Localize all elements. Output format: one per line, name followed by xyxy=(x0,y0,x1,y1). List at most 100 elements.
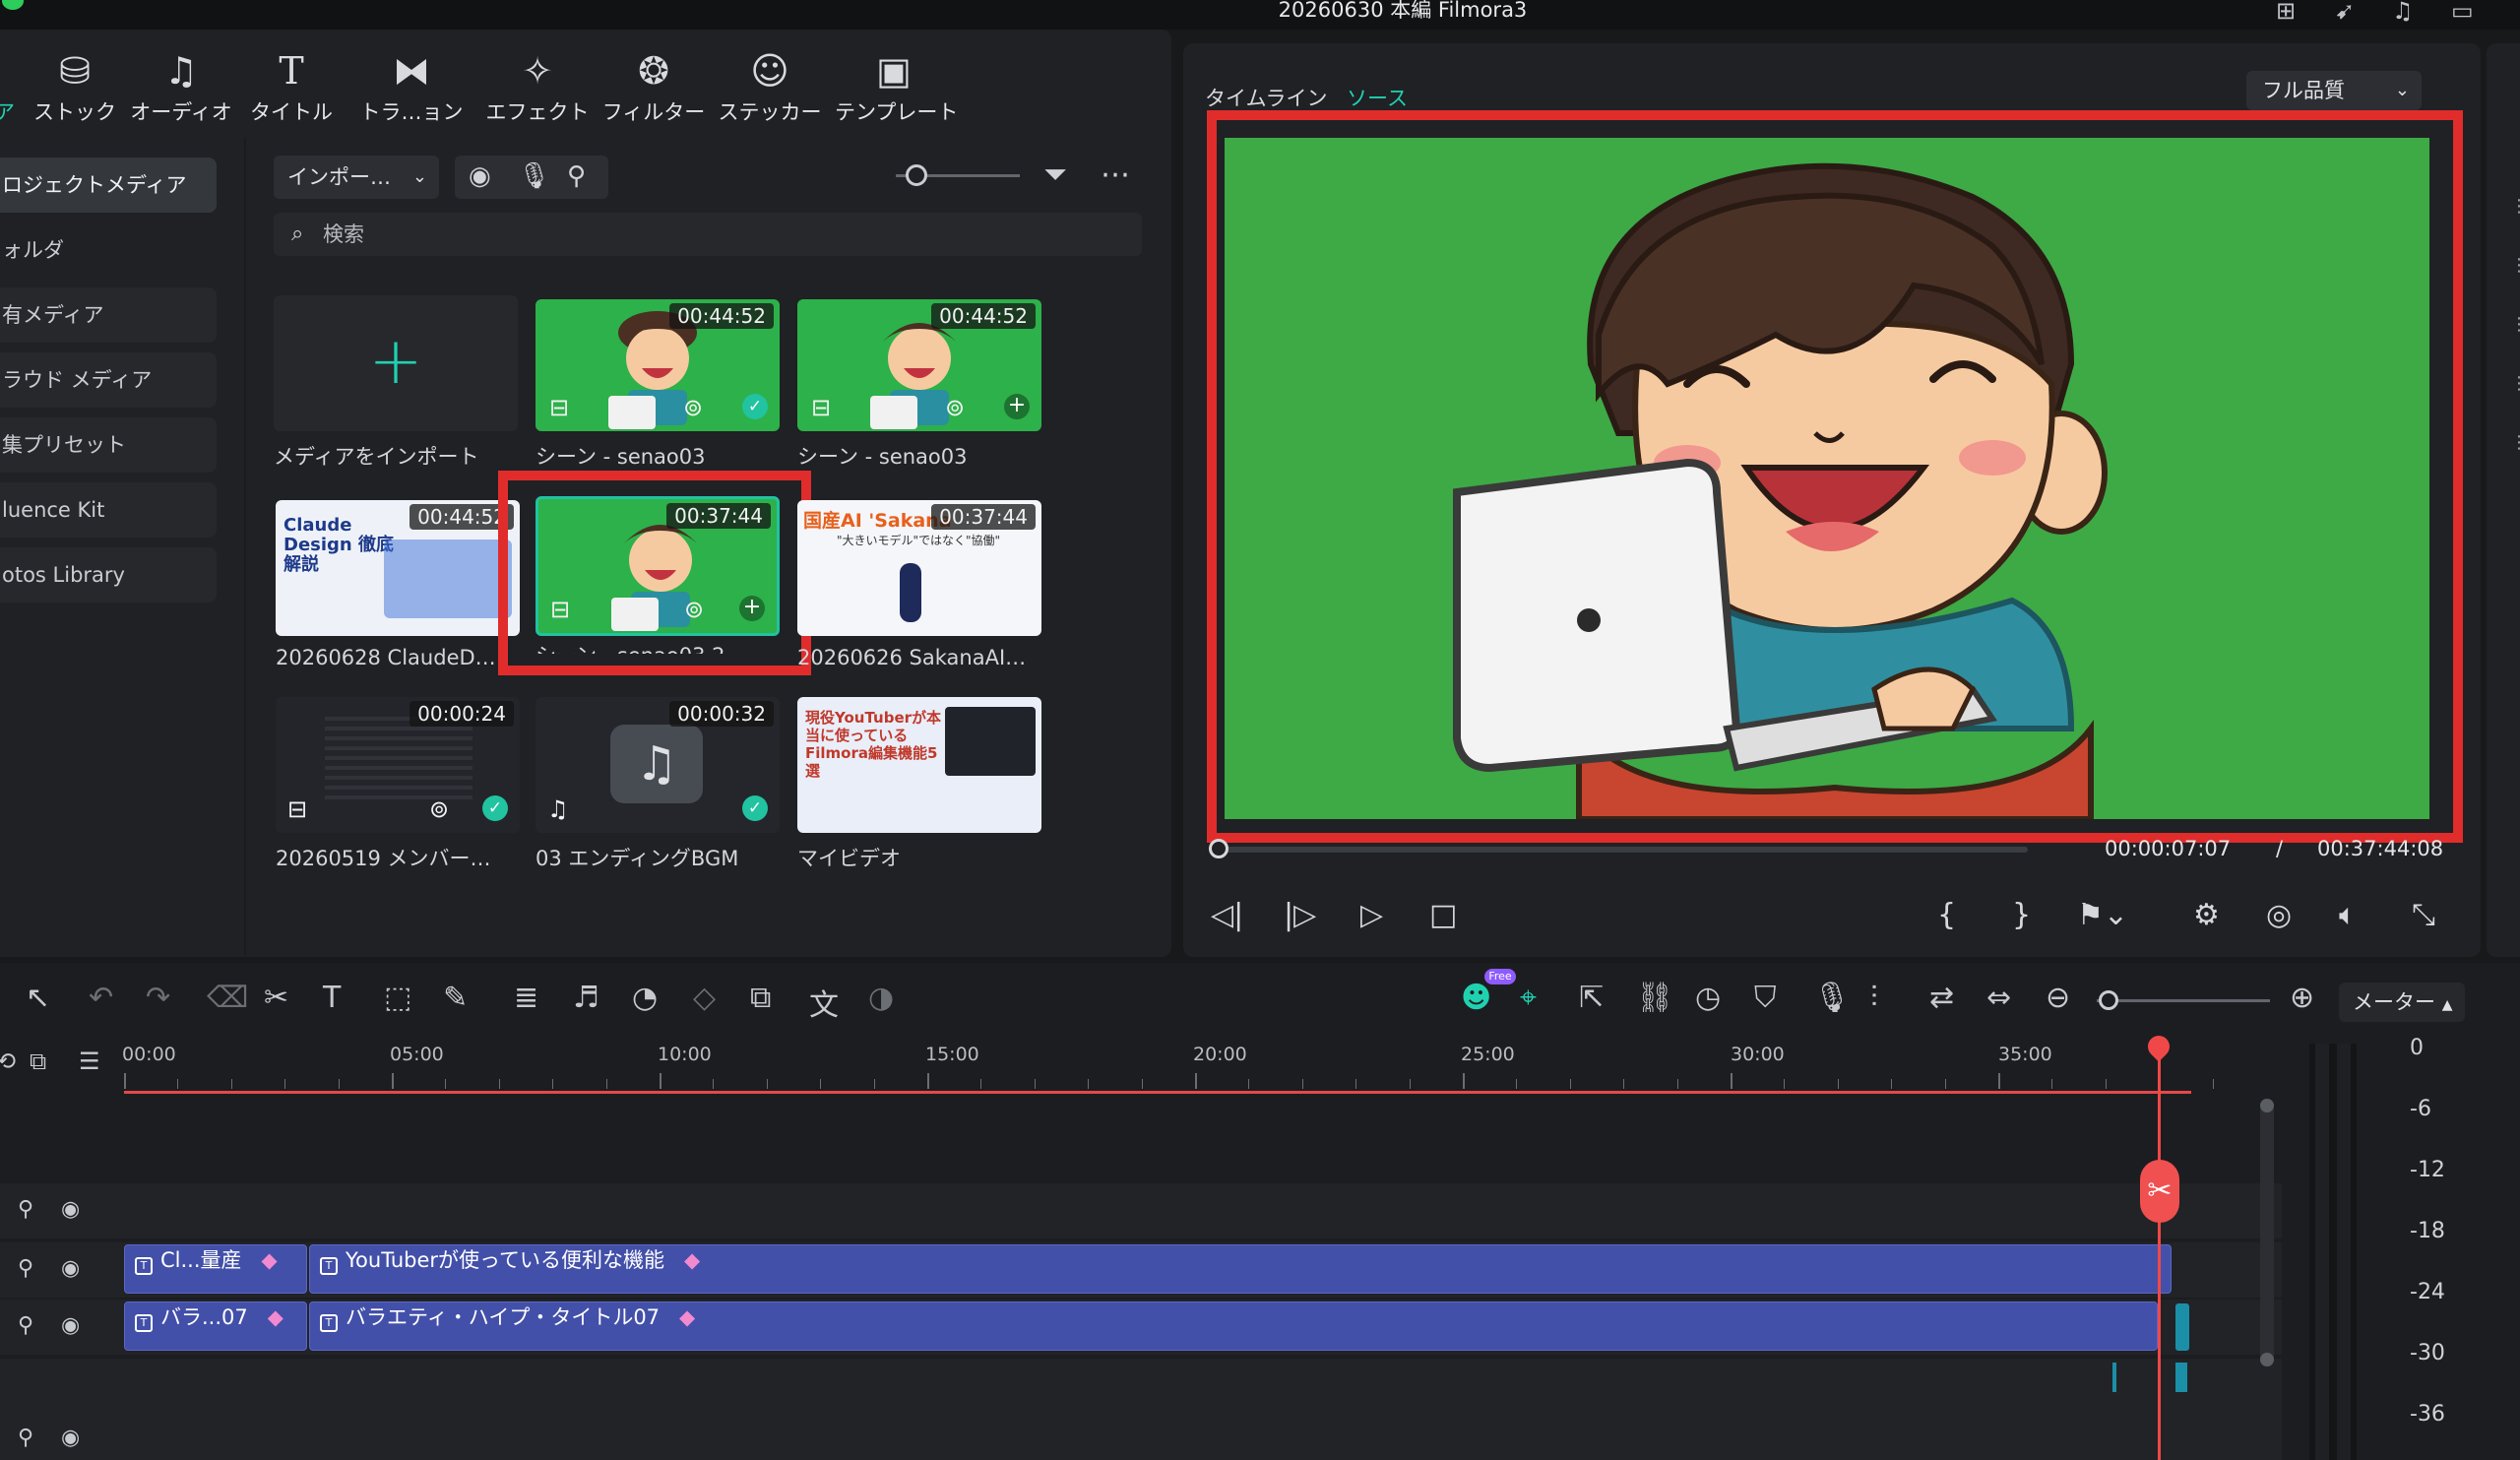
sidebar-item-presets[interactable]: 集プリセット xyxy=(0,417,217,473)
sidebar-item-cloud-media[interactable]: ラウド メディア xyxy=(0,352,217,408)
tab-title[interactable]: T タイトル xyxy=(232,49,350,126)
settings-gear-icon[interactable]: ⚙ xyxy=(2193,898,2220,932)
next-frame-icon[interactable]: |▷ xyxy=(1284,898,1316,932)
fullscreen-icon[interactable]: ⤡ xyxy=(2412,898,2435,932)
media-item-import[interactable]: + メディアをインポート xyxy=(274,295,518,471)
track-visibility-eye-icon[interactable]: ◉ xyxy=(61,1426,80,1450)
translate-icon[interactable]: 文 xyxy=(809,981,839,1024)
track-visibility-eye-icon[interactable]: ◉ xyxy=(61,1256,80,1281)
replace-icon[interactable]: ⇄ xyxy=(1929,981,1954,1015)
snapshot-camera-icon[interactable]: ◎ xyxy=(2266,898,2292,932)
media-item-scene-1[interactable]: 00:44:52 ⊟ ⊚ ✓ シーン - senao03 xyxy=(536,299,780,471)
timeline-vertical-scrollbar[interactable] xyxy=(2260,1099,2274,1366)
thumb-size-slider-knob[interactable] xyxy=(906,164,927,186)
ai-speed-icon[interactable]: ◔ xyxy=(632,981,658,1015)
zoom-in-icon[interactable]: ⊕ xyxy=(2290,981,2314,1015)
export-clip-icon[interactable]: ⇱ xyxy=(1579,981,1604,1015)
tab-audio[interactable]: ♫ オーディオ xyxy=(122,49,240,126)
gift-icon[interactable]: ⊞ xyxy=(2276,0,2296,23)
import-dropdown[interactable]: インポー… ⌄ xyxy=(274,156,439,199)
timeline-zoom-knob[interactable] xyxy=(2099,990,2118,1010)
tab-template[interactable]: ▣ テンプレート xyxy=(835,49,958,126)
media-item-ending-bgm[interactable]: ♫ 00:00:32 ♫ ✓ 03 エンディングBGM xyxy=(536,697,780,872)
filter-funnel-icon[interactable]: ⏷ xyxy=(1043,158,1067,192)
mark-out-icon[interactable]: } xyxy=(2012,898,2031,932)
media-item-scene-3-selected[interactable]: 00:37:44 ⊟ ⊚ + シーン - senao03 2 xyxy=(536,496,780,654)
timeline-zoom-slider[interactable] xyxy=(2097,999,2270,1002)
microphone-icon[interactable]: 🎙︎ xyxy=(518,161,550,191)
track-settings-icon[interactable]: ☰ xyxy=(79,1047,100,1075)
text-tool-icon[interactable]: T xyxy=(323,981,341,1015)
track-lock-icon[interactable]: ⚲ xyxy=(18,1197,33,1222)
media-item-my-video[interactable]: 現役YouTuberが本当に使っているFilmora編集機能5選 マイビデオ xyxy=(797,697,1041,872)
record-screen-icon[interactable]: ◉ xyxy=(469,161,491,191)
track-visibility-eye-icon[interactable]: ◉ xyxy=(61,1313,80,1338)
playhead-line[interactable] xyxy=(2158,1046,2161,1460)
select-arrow-icon[interactable]: ↖ xyxy=(26,981,50,1015)
zoom-out-icon[interactable]: ⊖ xyxy=(2046,981,2070,1015)
tab-filter[interactable]: ❂ フィルター xyxy=(595,49,713,126)
undo-icon[interactable]: ↶ xyxy=(89,981,113,1015)
media-item-members[interactable]: 00:00:24 ⊟ ⊚ ✓ 20260519 メンバー… xyxy=(276,697,520,872)
delete-trash-icon[interactable]: ⌫ xyxy=(207,981,248,1015)
media-item-sakana[interactable]: 国産AI 'Sakana "大きいモデル"ではなく"協働" 00:37:44 2… xyxy=(797,500,1041,669)
scroll-top-dot[interactable] xyxy=(2260,1099,2274,1112)
media-item-scene-2[interactable]: 00:44:52 ⊟ ⊚ + シーン - senao03 xyxy=(797,299,1041,471)
headset-icon[interactable]: ♫ xyxy=(2392,0,2414,23)
track-lock-icon[interactable]: ⚲ xyxy=(18,1426,33,1450)
track-lock-icon[interactable]: ⚲ xyxy=(18,1313,33,1338)
sidebar-item-photos-library[interactable]: otos Library xyxy=(0,547,217,603)
redo-icon[interactable]: ↷ xyxy=(146,981,170,1015)
pen-icon[interactable]: ✎ xyxy=(443,981,468,1015)
split-at-playhead-button[interactable]: ✂ xyxy=(2140,1160,2179,1223)
tab-sticker[interactable]: ☺ ステッカー xyxy=(711,49,829,126)
sidebar-item-shared-media[interactable]: 有メディア xyxy=(0,287,217,343)
snap-icon[interactable]: ⌖ xyxy=(1520,981,1537,1015)
tab-transition[interactable]: ⧓ トラ…ョン xyxy=(352,49,471,126)
meter-toggle[interactable]: メーター ▲ xyxy=(2339,983,2465,1022)
more-icon[interactable]: ⋯ xyxy=(1101,158,1130,192)
add-track-icon[interactable]: ⧉ xyxy=(30,1047,46,1075)
record-mic-icon[interactable]: 🎙︎ xyxy=(1813,981,1851,1015)
mark-in-icon[interactable]: { xyxy=(1937,898,1956,932)
ai-color-icon[interactable]: ◑ xyxy=(868,981,894,1015)
marker-icon[interactable]: ⚑⌄ xyxy=(2077,898,2128,932)
sidebar-item-influence-kit[interactable]: luence Kit xyxy=(0,482,217,538)
keyframe-icon[interactable]: ◇ xyxy=(693,981,716,1015)
search-input[interactable]: ⌕ 検索 xyxy=(274,213,1142,256)
split-scissors-icon[interactable]: ✂ xyxy=(264,981,288,1015)
title-clip[interactable]: T バラ...07 ◆ xyxy=(124,1301,307,1351)
crop-icon[interactable]: ⬚ xyxy=(384,981,411,1015)
stop-icon[interactable]: □ xyxy=(1429,898,1457,932)
tab-stock[interactable]: ⛁ ストック xyxy=(16,49,134,126)
add-plus-icon[interactable]: + xyxy=(1004,394,1030,419)
prev-frame-icon[interactable]: ◁| xyxy=(1211,898,1243,932)
mixer-icon[interactable]: ⫶ xyxy=(1870,981,1878,1015)
title-clip[interactable]: T YouTuberが使っている便利な機能 ◆ xyxy=(309,1244,2172,1294)
send-icon[interactable]: ➹ xyxy=(2335,0,2355,23)
link-track-icon[interactable]: ⟲ xyxy=(0,1047,16,1075)
sidebar-item-project-media[interactable]: ロジェクトメディア xyxy=(0,158,217,213)
shield-icon[interactable]: ⛉ xyxy=(1754,981,1777,1015)
add-plus-icon[interactable]: + xyxy=(739,596,765,621)
sidebar-item-folder[interactable]: ォルダ xyxy=(0,222,217,278)
tab-media-cut[interactable]: ア xyxy=(0,96,15,126)
media-item-claude[interactable]: Claude Design 徹底解説 00:44:52 20260628 Cla… xyxy=(276,500,520,669)
scroll-bottom-dot[interactable] xyxy=(2260,1353,2274,1366)
volume-icon[interactable]: 🔈︎ xyxy=(2339,898,2357,932)
track-visibility-eye-icon[interactable]: ◉ xyxy=(61,1197,80,1222)
tab-source-preview[interactable]: ソース xyxy=(1347,83,1408,112)
ai-assistant-icon[interactable]: ☻ xyxy=(1461,981,1491,1015)
audio-edit-icon[interactable]: ♬ xyxy=(573,981,599,1015)
link-icon[interactable]: ⛓ xyxy=(1636,981,1673,1015)
auto-caption-icon[interactable]: ≣ xyxy=(514,981,538,1015)
preview-scrubber[interactable] xyxy=(1219,847,2028,853)
tab-effects[interactable]: ✧ エフェクト xyxy=(478,49,597,126)
fit-icon[interactable]: ⇔ xyxy=(1986,981,2011,1015)
title-clip[interactable]: T Cl...量産 ◆ xyxy=(124,1244,307,1294)
quality-dropdown[interactable]: フル品質 ⌄ xyxy=(2246,71,2422,110)
transform-icon[interactable]: ⧉ xyxy=(750,981,771,1015)
title-clip[interactable]: T バラエティ・ハイプ・タイトル07 ◆ xyxy=(309,1301,2158,1351)
preview-scrubber-knob[interactable] xyxy=(1209,839,1228,858)
play-icon[interactable]: ▷ xyxy=(1360,898,1383,932)
